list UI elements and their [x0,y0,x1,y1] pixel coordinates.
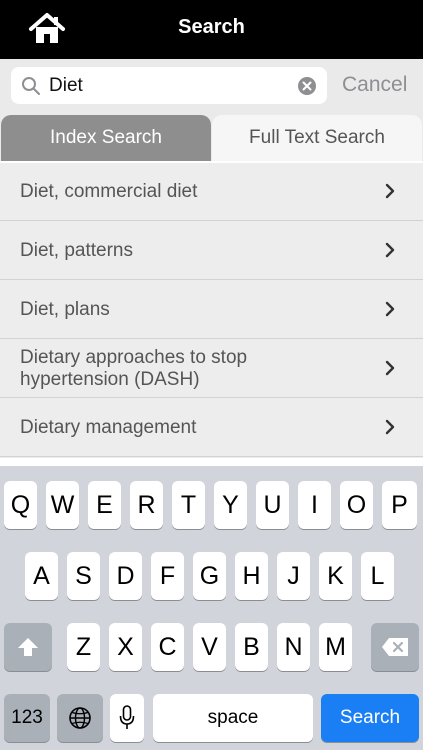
shift-key[interactable] [4,623,52,671]
search-bar: Cancel [0,59,423,114]
globe-key[interactable] [57,694,103,742]
key-r[interactable]: R [130,481,163,529]
key-h[interactable]: H [235,552,268,600]
result-label: Diet, patterns [20,240,133,261]
key-g[interactable]: G [193,552,226,600]
key-s[interactable]: S [67,552,100,600]
microphone-icon [119,705,135,729]
key-e[interactable]: E [88,481,121,529]
key-j[interactable]: J [277,552,310,600]
key-y[interactable]: Y [214,481,247,529]
key-i[interactable]: I [298,481,331,529]
tab-full-text-search[interactable]: Full Text Search [212,115,422,161]
key-n[interactable]: N [277,623,310,671]
key-u[interactable]: U [256,481,289,529]
key-b[interactable]: B [235,623,268,671]
result-label: Dietary management [20,417,197,438]
key-k[interactable]: K [319,552,352,600]
key-t[interactable]: T [172,481,205,529]
key-p[interactable]: P [382,481,417,529]
page-title: Search [178,16,245,38]
cancel-button[interactable]: Cancel [342,73,407,97]
result-row[interactable]: Dietary approaches to stop hypertension … [0,340,423,398]
numbers-key[interactable]: 123 [4,694,50,742]
result-row[interactable]: Diet, plans [0,281,423,339]
search-field[interactable] [11,67,327,104]
key-c[interactable]: C [151,623,184,671]
keyboard: Q W E R T Y U I O P A S D F G H J K L Z … [0,466,423,750]
key-x[interactable]: X [109,623,142,671]
result-label: Dietary approaches to stop hypertension … [20,347,248,390]
key-d[interactable]: D [109,552,142,600]
chevron-right-icon [385,301,395,317]
shift-icon [18,638,38,656]
tab-index-search[interactable]: Index Search [1,115,211,161]
search-input[interactable] [49,67,299,104]
key-v[interactable]: V [193,623,226,671]
backspace-key[interactable] [371,623,419,671]
navigation-bar: Search [0,0,423,59]
key-a[interactable]: A [25,552,58,600]
key-l[interactable]: L [361,552,394,600]
chevron-right-icon [385,360,395,376]
result-label: Diet, plans [20,299,110,320]
search-icon [22,77,40,95]
result-row[interactable]: Dietary management [0,399,423,457]
backspace-icon [382,638,408,656]
key-q[interactable]: Q [4,481,37,529]
dictation-key[interactable] [110,694,144,742]
globe-icon [69,707,91,729]
key-o[interactable]: O [340,481,373,529]
clear-icon[interactable] [297,76,317,96]
search-key[interactable]: Search [321,694,419,742]
key-z[interactable]: Z [67,623,100,671]
result-row[interactable]: Diet, commercial diet [0,163,423,221]
space-key[interactable]: space [153,694,313,742]
result-row[interactable]: Diet, patterns [0,222,423,280]
key-w[interactable]: W [46,481,79,529]
result-label: Diet, commercial diet [20,181,198,202]
key-m[interactable]: M [319,623,352,671]
key-f[interactable]: F [151,552,184,600]
chevron-right-icon [385,419,395,435]
chevron-right-icon [385,183,395,199]
results-list: Diet, commercial diet Diet, patterns Die… [0,163,423,458]
chevron-right-icon [385,242,395,258]
search-mode-tabs: Index Search Full Text Search [0,114,423,161]
